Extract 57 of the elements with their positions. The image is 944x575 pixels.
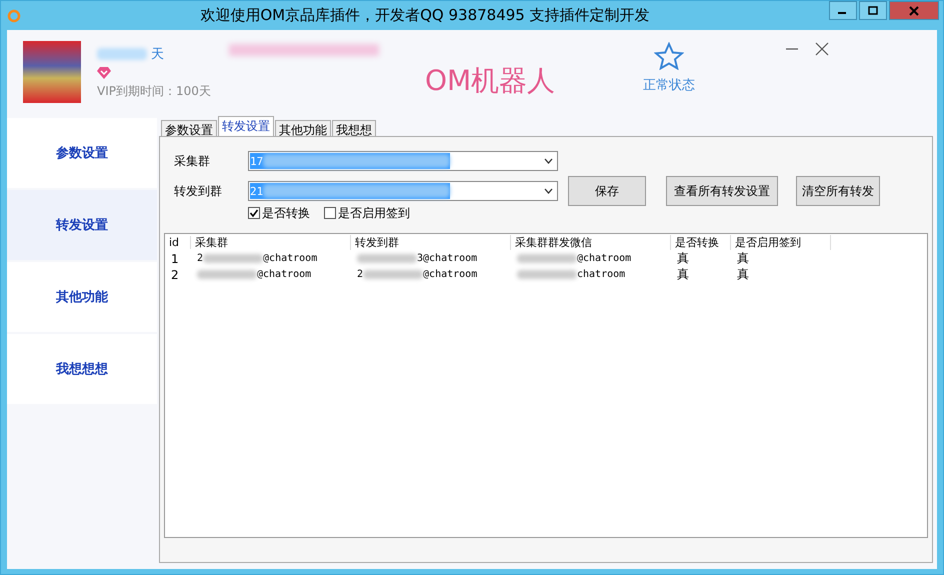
table-cell: @chatroom xyxy=(577,253,632,264)
redaction-blur xyxy=(363,270,424,279)
redaction-blur xyxy=(97,48,147,60)
maximize-button[interactable] xyxy=(859,1,887,20)
maximize-icon xyxy=(868,6,878,15)
caret-icon xyxy=(544,158,553,164)
table-cell-text: 2 xyxy=(170,268,180,282)
action-button[interactable]: 查看所有转发设置 xyxy=(666,176,778,206)
redaction-blur xyxy=(197,270,257,279)
checkbox-label: 是否转换 xyxy=(262,204,310,222)
checkbox[interactable] xyxy=(248,207,260,219)
table-cell: 2 xyxy=(357,269,364,280)
table-cell-text: 真 xyxy=(676,250,690,267)
status-label: 正常状态 xyxy=(643,77,695,94)
close-button[interactable] xyxy=(889,1,939,20)
avatar xyxy=(23,41,81,103)
tab[interactable]: 我想想 xyxy=(332,120,376,136)
dropdown-value: 17 xyxy=(250,154,264,168)
dropdown-value: 21 xyxy=(250,184,264,198)
redaction-blur xyxy=(203,254,264,263)
caret-icon xyxy=(544,188,553,194)
checkbox[interactable] xyxy=(324,207,336,219)
table-cell-text: 真 xyxy=(736,266,750,283)
sidebar-item[interactable]: 转发设置 xyxy=(7,190,157,260)
action-button[interactable]: 清空所有转发 xyxy=(796,176,880,206)
close-icon xyxy=(909,6,919,16)
redaction-blur xyxy=(517,270,577,279)
tab[interactable]: 其他功能 xyxy=(275,120,331,136)
tab[interactable]: 转发设置 xyxy=(218,116,274,136)
minimize-button[interactable] xyxy=(829,1,857,20)
sidebar-item[interactable]: 我想想想 xyxy=(7,334,157,404)
table-cell-text: 真 xyxy=(676,266,690,283)
sidebar-item[interactable]: 参数设置 xyxy=(7,118,157,188)
checkbox-label: 是否启用签到 xyxy=(338,204,410,222)
close-icon[interactable] xyxy=(815,42,829,56)
vip-expiry: VIP到期时间：100天 xyxy=(97,82,212,100)
diamond-icon xyxy=(97,66,111,78)
table-cell: @chatroom xyxy=(263,253,318,264)
app-logo-icon xyxy=(7,8,21,22)
tab[interactable]: 参数设置 xyxy=(161,120,217,136)
field-label: 转发到群 xyxy=(174,182,223,200)
redaction-blur xyxy=(357,254,417,263)
window-title: 欢迎使用OM京品库插件，开发者QQ 93878495 支持插件定制开发 xyxy=(199,6,651,25)
table-cell: @chatroom xyxy=(423,269,478,280)
user-name: 天 xyxy=(151,46,164,62)
table-cell-text: 真 xyxy=(736,250,750,267)
action-button[interactable]: 保存 xyxy=(568,176,646,206)
table-cell: chatroom xyxy=(577,269,626,280)
table-cell: @chatroom xyxy=(257,269,312,280)
table-cell-text: 1 xyxy=(170,252,180,266)
table-cell: 2 xyxy=(197,253,204,264)
sidebar-item[interactable]: 其他功能 xyxy=(7,262,157,332)
star-icon xyxy=(654,42,684,70)
field-label: 采集群 xyxy=(174,152,211,170)
redaction-blur xyxy=(517,254,577,263)
table-cell: 3@chatroom xyxy=(417,253,478,264)
app-title: OM机器人 xyxy=(425,63,556,99)
